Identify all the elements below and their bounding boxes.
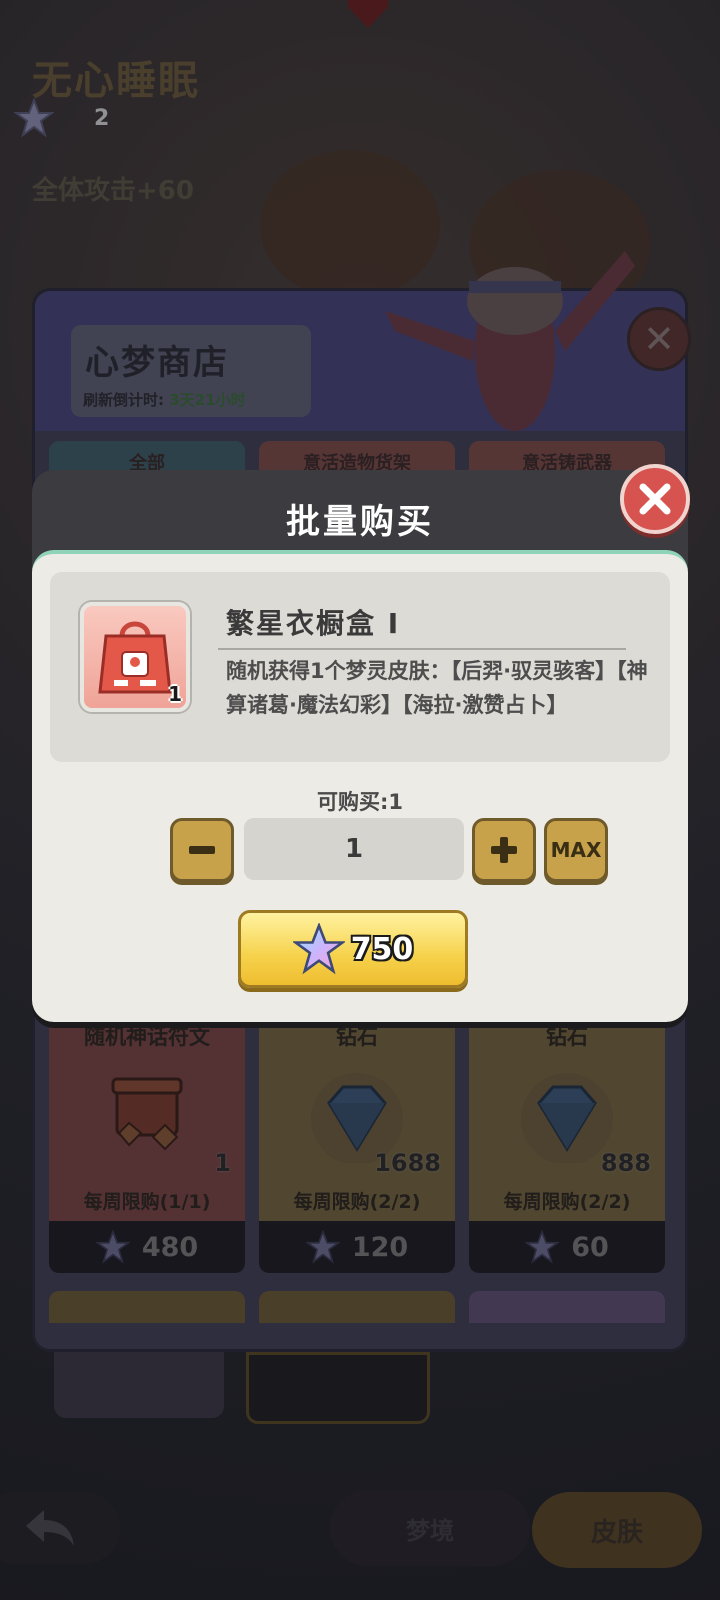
minus-icon (189, 846, 215, 854)
item-name: 繁星衣橱盒 I (226, 607, 401, 640)
increase-button[interactable] (472, 818, 536, 882)
buy-price: 750 (350, 931, 414, 967)
bulk-purchase-dialog: 批量购买 1 繁星衣橱盒 I 随机获得1个梦灵皮肤：【后羿·驭灵骇客】【神算诸葛… (32, 464, 690, 1022)
close-icon (639, 483, 671, 515)
max-button[interactable]: MAX (544, 818, 608, 882)
plus-icon (491, 837, 517, 863)
item-icon-quantity: 1 (168, 682, 182, 706)
decrease-button[interactable] (170, 818, 234, 882)
star-icon (292, 923, 345, 975)
purchasable-count: 可购买:1 (316, 790, 403, 814)
item-description: 随机获得1个梦灵皮肤：【后羿·驭灵骇客】【神算诸葛·魔法幻彩】【海拉·激赞占卜】 (226, 659, 648, 717)
item-info-box: 1 繁星衣橱盒 I 随机获得1个梦灵皮肤：【后羿·驭灵骇客】【神算诸葛·魔法幻彩… (50, 572, 670, 762)
quantity-input[interactable]: 1 (244, 818, 464, 880)
dialog-body: 1 繁星衣橱盒 I 随机获得1个梦灵皮肤：【后羿·驭灵骇客】【神算诸葛·魔法幻彩… (32, 550, 688, 1022)
divider (218, 648, 626, 650)
dialog-title: 批量购买 (286, 502, 434, 542)
item-icon-frame: 1 (80, 602, 190, 712)
buy-button[interactable]: 750 (238, 910, 468, 988)
close-button[interactable] (620, 464, 690, 534)
